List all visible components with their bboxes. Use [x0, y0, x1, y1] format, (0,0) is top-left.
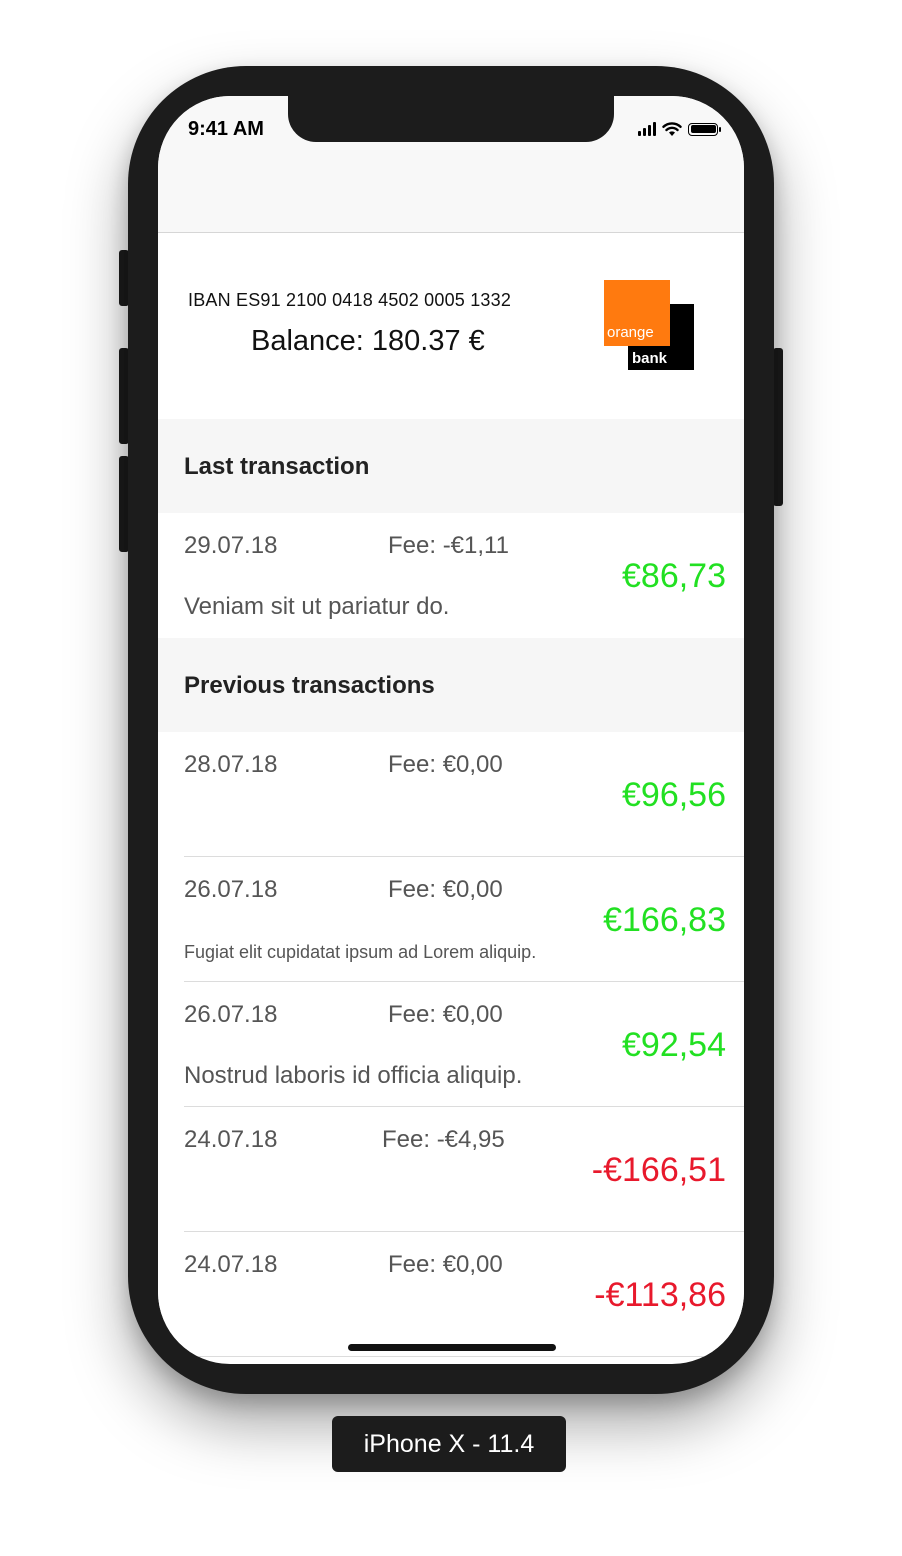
transaction-date: 26.07.18	[184, 876, 278, 903]
transaction-date: 24.07.18	[184, 1251, 278, 1278]
home-indicator[interactable]	[348, 1344, 556, 1351]
status-time: 9:41 AM	[188, 118, 264, 140]
row-separator	[184, 1356, 744, 1357]
transaction-description: Veniam sit ut pariatur do.	[184, 593, 450, 620]
iban-text: IBAN ES91 2100 0418 4502 0005 1332	[188, 290, 512, 310]
last-transaction-header: Last transaction	[158, 419, 744, 513]
transaction-fee: Fee: -€1,11	[388, 532, 509, 559]
transaction-amount: -€113,86	[594, 1276, 726, 1314]
logo-bank-text: bank	[632, 350, 668, 367]
logo-orange-text: orange	[607, 324, 654, 341]
account-header: IBAN ES91 2100 0418 4502 0005 1332 Balan…	[158, 233, 744, 419]
transaction-date: 26.07.18	[184, 1001, 278, 1028]
transaction-fee: Fee: €0,00	[388, 1001, 503, 1028]
notch	[288, 96, 614, 142]
transaction-row[interactable]: 26.07.18 Fee: €0,00 €166,83 Fugiat elit …	[158, 857, 744, 982]
power-button	[773, 348, 783, 506]
transaction-row[interactable]: 29.07.18 Fee: -€1,11 €86,73 Veniam sit u…	[158, 513, 744, 638]
transaction-date: 28.07.18	[184, 751, 278, 778]
balance-text: Balance: 180.37 €	[251, 325, 485, 357]
section-title: Last transaction	[184, 453, 370, 480]
transaction-date: 29.07.18	[184, 532, 278, 559]
battery-icon	[688, 122, 721, 136]
signal-icon	[638, 122, 656, 136]
transaction-description: Fugiat elit cupidatat ipsum ad Lorem ali…	[184, 942, 537, 962]
device-label: iPhone X - 11.4	[332, 1416, 566, 1472]
transaction-description: Nostrud laboris id officia aliquip.	[184, 1062, 523, 1089]
transaction-fee: Fee: €0,00	[388, 1251, 503, 1278]
transaction-row[interactable]: 28.07.18 Fee: €0,00 €96,56	[158, 732, 744, 857]
transaction-amount: €86,73	[622, 557, 726, 595]
orange-bank-logo: orange bank	[604, 280, 696, 372]
previous-transactions-header: Previous transactions	[158, 638, 744, 732]
screen: 9:41 AM IBAN ES91 2100 0418 4502 0005 13…	[158, 96, 744, 1364]
transaction-amount: €166,83	[603, 901, 726, 939]
section-title: Previous transactions	[184, 672, 435, 699]
wifi-icon	[662, 121, 682, 136]
status-icons	[638, 121, 721, 137]
transaction-fee: Fee: €0,00	[388, 751, 503, 778]
transaction-date: 24.07.18	[184, 1126, 278, 1153]
transaction-amount: -€166,51	[591, 1151, 726, 1189]
transaction-row[interactable]: 26.07.18 Fee: €0,00 €92,54 Nostrud labor…	[158, 982, 744, 1107]
transaction-row[interactable]: 24.07.18 Fee: -€4,95 -€166,51	[158, 1107, 744, 1232]
transaction-amount: €96,56	[622, 776, 726, 814]
transaction-amount: €92,54	[622, 1026, 726, 1064]
transaction-row[interactable]: 24.07.18 Fee: €0,00 -€113,86	[158, 1232, 744, 1357]
transaction-fee: Fee: €0,00	[388, 876, 503, 903]
transaction-fee: Fee: -€4,95	[382, 1126, 505, 1153]
